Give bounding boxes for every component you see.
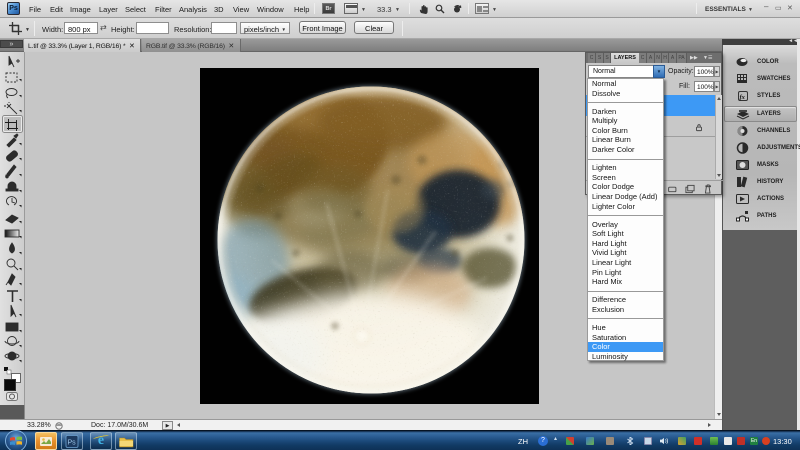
- svg-text:Ps: Ps: [68, 440, 77, 447]
- svg-text:fx: fx: [740, 94, 746, 101]
